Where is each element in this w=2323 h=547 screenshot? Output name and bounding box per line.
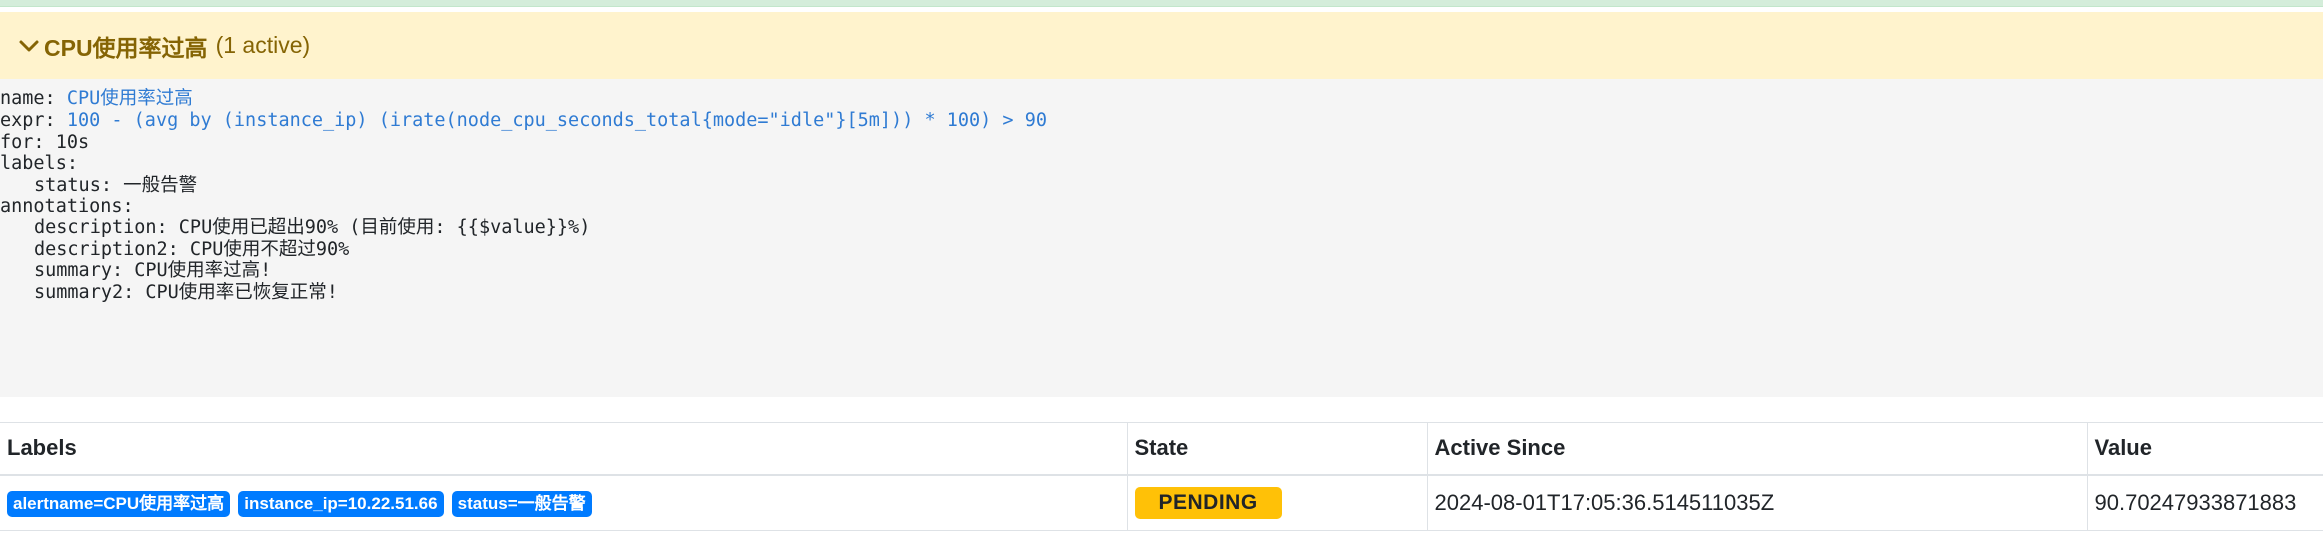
alerts-table-wrap: Labels State Active Since Value alertnam…	[0, 422, 2323, 531]
alert-group-header[interactable]: CPU使用率过高 (1 active)	[0, 12, 2323, 79]
rule-definition: name: CPU使用率过高 expr: 100 - (avg by (inst…	[0, 79, 2323, 397]
rule-name-key: name:	[0, 88, 56, 109]
cell-state: PENDING	[1126, 474, 1427, 531]
column-header-labels: Labels	[0, 422, 1127, 476]
table-row: alertname=CPU使用率过高 instance_ip=10.22.51.…	[0, 474, 2323, 531]
table-header-row: Labels State Active Since Value	[0, 422, 2323, 476]
rule-expr-link[interactable]: 100 - (avg by (instance_ip) (irate(node_…	[67, 110, 1047, 131]
label-badge-alertname: alertname=CPU使用率过高	[7, 490, 231, 517]
rule-expr-line: expr: 100 - (avg by (instance_ip) (irate…	[0, 109, 1047, 133]
column-header-active-since: Active Since	[1426, 422, 2087, 476]
rule-name-link[interactable]: CPU使用率过高	[67, 88, 193, 109]
rule-expr-key: expr:	[0, 110, 56, 131]
chevron-down-icon[interactable]	[18, 35, 40, 57]
cell-labels: alertname=CPU使用率过高 instance_ip=10.22.51.…	[0, 474, 1127, 531]
label-badge-status: status=一般告警	[451, 490, 592, 517]
cell-active-since: 2024-08-01T17:05:36.514511035Z	[1426, 474, 2087, 531]
column-header-value: Value	[2086, 422, 2323, 476]
top-status-strip	[0, 0, 2323, 7]
alerts-table: Labels State Active Since Value alertnam…	[0, 422, 2323, 531]
cell-value: 90.70247933871883	[2086, 474, 2323, 531]
state-badge: PENDING	[1134, 486, 1282, 519]
rule-annotation-description: description: CPU使用已超出90% (目前使用: {{$value…	[34, 217, 591, 238]
column-header-state: State	[1126, 422, 1427, 476]
alert-group-title: CPU使用率过高	[44, 34, 208, 61]
rule-annotation-summary: summary: CPU使用率过高!	[34, 260, 272, 281]
rule-name-line: name: CPU使用率过高	[0, 87, 193, 111]
rule-annotation-summary2: summary2: CPU使用率已恢复正常!	[34, 282, 338, 303]
alert-group-count: (1 active)	[215, 32, 311, 58]
label-badge-instance-ip: instance_ip=10.22.51.66	[238, 490, 444, 517]
rule-labels-key: labels:	[0, 153, 78, 174]
